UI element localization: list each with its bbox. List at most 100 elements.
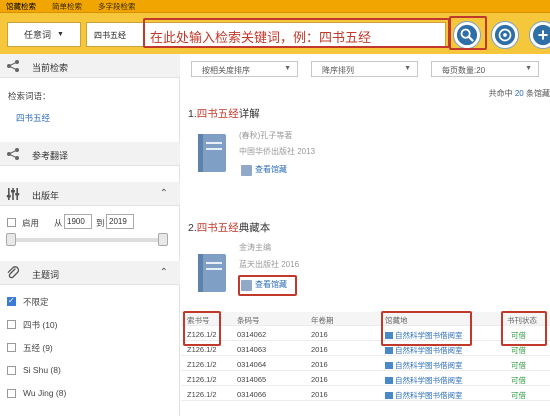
- secondary-search-button[interactable]: [491, 21, 519, 49]
- filter-sliders-icon: [6, 188, 20, 200]
- section-subject[interactable]: 主题词 ⌃: [0, 261, 180, 285]
- status: 可借: [511, 361, 526, 370]
- view-holdings-button[interactable]: 查看馆藏: [241, 164, 287, 178]
- barcode: 0314066: [237, 390, 267, 399]
- section-title: 参考翻译: [32, 151, 69, 161]
- result-title[interactable]: 2.四书五经典藏本: [188, 220, 270, 235]
- year-enable-label: 启用: [22, 218, 40, 228]
- search-field-value: 任意词: [24, 30, 52, 40]
- advanced-search-button[interactable]: [529, 21, 550, 49]
- paperclip-icon: [7, 266, 20, 279]
- call-number: Z126.1/2: [187, 360, 217, 369]
- result-count-suffix: 条馆藏: [526, 89, 550, 98]
- result-title-highlight: 四书五经: [196, 222, 239, 234]
- volume-year: 2016: [311, 390, 328, 399]
- barcode: 0314062: [237, 330, 267, 339]
- section-reference-translation[interactable]: 参考翻译: [0, 142, 180, 166]
- sort-select[interactable]: 按相关度排序 ▼: [191, 61, 298, 77]
- result-publisher: 蓝天出版社 2016: [239, 260, 300, 269]
- facet-checkbox[interactable]: [7, 343, 16, 352]
- facet-checkbox[interactable]: [7, 389, 16, 398]
- page-size-select[interactable]: 每页数量:20 ▼: [431, 61, 539, 77]
- secondary-search-icon: [494, 24, 516, 46]
- location-label: 自然科学图书借阅室: [395, 361, 463, 370]
- location-link[interactable]: 自然科学图书借阅室: [385, 375, 463, 386]
- chevron-up-icon[interactable]: ⌃: [160, 188, 168, 199]
- result-count-prefix: 共命中: [488, 89, 513, 98]
- annotation-box-holdings: [238, 275, 297, 296]
- share-icon: [7, 60, 19, 72]
- section-title: 当前检索: [32, 63, 69, 73]
- status: 可借: [511, 376, 526, 385]
- location-link[interactable]: 自然科学图书借阅室: [385, 345, 463, 356]
- call-number: Z126.1/2: [187, 375, 217, 384]
- barcode: 0314063: [237, 345, 267, 354]
- status: 可借: [511, 391, 526, 400]
- result-title-rest: 详解: [238, 108, 260, 120]
- location-link[interactable]: 自然科学图书借阅室: [385, 360, 463, 371]
- result-index: 2.: [188, 222, 197, 234]
- search-term-link[interactable]: 四书五经: [16, 112, 50, 124]
- annotation-box-call-number: [183, 311, 221, 346]
- location-icon: [385, 347, 393, 354]
- tab-multi-field-search[interactable]: 多字段检索: [98, 1, 136, 12]
- chevron-down-icon: ▼: [404, 65, 411, 72]
- status: 可借: [511, 346, 526, 355]
- result-count: 共命中 20 条馆藏: [489, 88, 550, 99]
- search-field-select[interactable]: 任意词 ▼: [7, 22, 81, 47]
- location-icon: [385, 392, 393, 399]
- year-slider-handle-min[interactable]: [6, 233, 16, 246]
- table-row: Z126.1/2 0314064 2016 自然科学图书借阅室 可借: [181, 357, 550, 371]
- year-slider-track[interactable]: [13, 238, 163, 242]
- book-icon: [198, 134, 226, 172]
- location-label: 自然科学图书借阅室: [395, 391, 463, 400]
- result-count-number: 20: [514, 89, 524, 98]
- table-row: Z126.1/2 0314065 2016 自然科学图书借阅室 可借: [181, 372, 550, 386]
- tab-library-search[interactable]: 馆藏检索: [6, 1, 36, 12]
- section-current-search[interactable]: 当前检索: [0, 54, 180, 78]
- facet-label: Si Shu (8): [23, 365, 61, 375]
- year-from-label: 从: [54, 218, 63, 228]
- table-header-row: 索书号 条码号 年卷期 馆藏地 书刊状态: [181, 312, 550, 326]
- volume-year: 2016: [311, 360, 328, 369]
- facet-label: 四书 (10): [23, 320, 58, 330]
- result-title[interactable]: 1.四书五经详解: [188, 106, 260, 121]
- section-pub-year[interactable]: 出版年 ⌃: [0, 182, 180, 206]
- year-from-input[interactable]: 1900: [64, 214, 92, 229]
- order-select[interactable]: 降序排列 ▼: [311, 61, 418, 77]
- year-enable-checkbox[interactable]: [7, 218, 16, 227]
- section-title: 主题词: [32, 270, 60, 280]
- annotation-box-status: [501, 311, 547, 346]
- result-index: 1.: [188, 108, 197, 120]
- tab-simple-search[interactable]: 简单检索: [52, 1, 82, 12]
- search-input-value: 四书五经: [94, 31, 126, 40]
- results-panel: 按相关度排序 ▼ 降序排列 ▼ 每页数量:20 ▼ 共命中 20 条馆藏 1.四书五经…: [181, 54, 550, 416]
- facet-checkbox[interactable]: [7, 320, 16, 329]
- section-title: 出版年: [32, 191, 60, 201]
- volume-year: 2016: [311, 375, 328, 384]
- facet-label: 五经 (9): [23, 343, 53, 353]
- search-bar: 任意词 ▼ 四书五经 在此处输入检索关键词，例：四书五经: [0, 13, 550, 54]
- year-slider-handle-max[interactable]: [158, 233, 168, 246]
- location-label: 自然科学图书借阅室: [395, 346, 463, 355]
- sidebar: 当前检索 检索词语： 四书五经 参考翻译 出版年 ⌃ 启用 从 1900 到 2…: [0, 54, 180, 416]
- chevron-down-icon: ▼: [284, 65, 291, 72]
- annotation-text: 在此处输入检索关键词，例：四书五经: [150, 30, 372, 45]
- table-row: Z126.1/2 0314066 2016 自然科学图书借阅室 可借: [181, 387, 550, 401]
- annotation-box-search-button: [449, 16, 487, 50]
- column-header: 年卷期: [311, 316, 334, 325]
- facet-checkbox[interactable]: [7, 366, 16, 375]
- holdings-icon: [241, 165, 252, 176]
- book-icon: [198, 254, 226, 292]
- call-number: Z126.1/2: [187, 390, 217, 399]
- location-link[interactable]: 自然科学图书借阅室: [385, 390, 463, 401]
- result-author: (春秋)孔子等著: [239, 131, 293, 140]
- chevron-up-icon[interactable]: ⌃: [160, 267, 168, 278]
- view-holdings-label: 查看馆藏: [255, 165, 287, 174]
- barcode: 0314064: [237, 360, 267, 369]
- search-term-label: 检索词语：: [8, 91, 51, 101]
- chevron-down-icon: ▼: [57, 31, 64, 38]
- facet-checkbox[interactable]: [7, 296, 16, 306]
- year-to-input[interactable]: 2019: [106, 214, 134, 229]
- page-size-value: 每页数量:20: [442, 66, 486, 75]
